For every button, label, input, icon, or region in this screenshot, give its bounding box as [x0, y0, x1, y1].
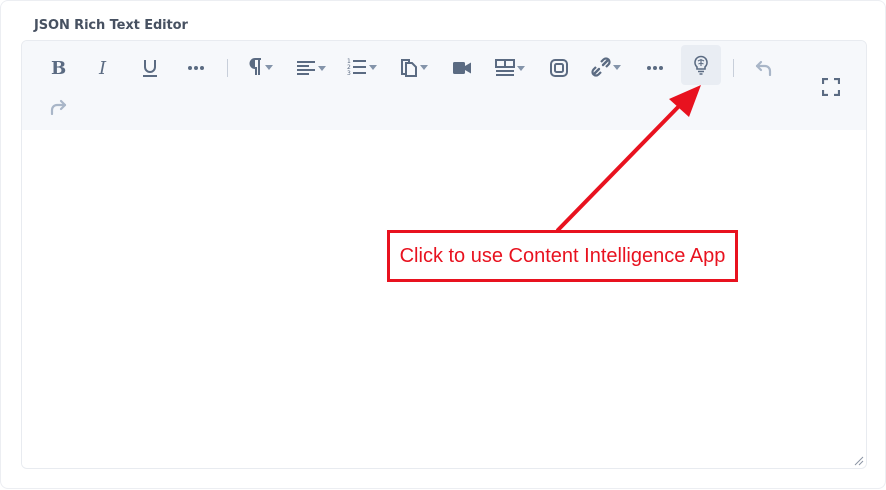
annotation-callout: Click to use Content Intelligence App — [387, 230, 738, 282]
editor-card: JSON Rich Text Editor B I 1 2 3 Click to… — [0, 0, 886, 489]
callout-text: Click to use Content Intelligence App — [399, 244, 726, 267]
